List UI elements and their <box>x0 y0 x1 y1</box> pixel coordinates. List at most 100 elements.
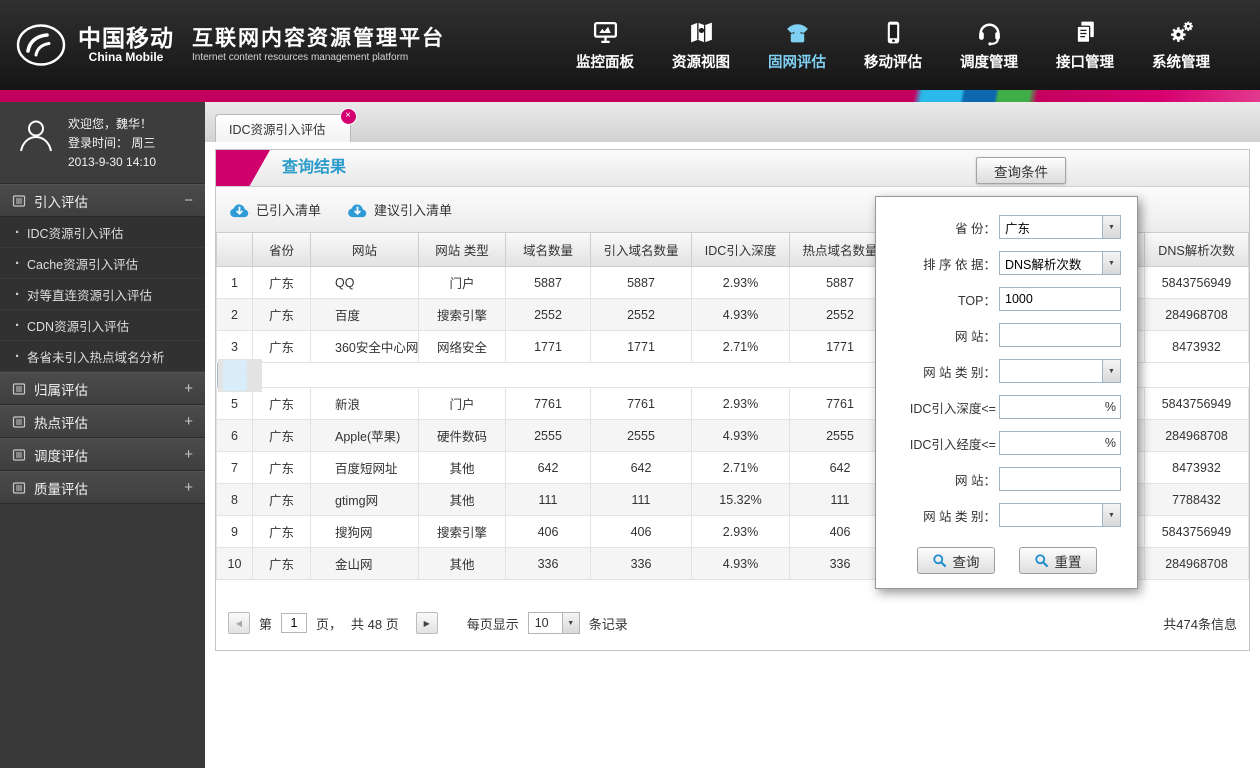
nav-item-monitor-panel[interactable]: 监控面板 <box>576 19 634 72</box>
table-cell: 406 <box>590 515 692 548</box>
chevron-down-icon: ▼ <box>561 613 579 633</box>
bullet-icon: · <box>15 285 20 303</box>
next-page-button[interactable]: ▶ <box>415 612 438 634</box>
list-icon <box>12 415 26 429</box>
province-select[interactable]: 广东 ▼ <box>999 215 1121 239</box>
panel-header: 查询结果 查询条件 <box>216 150 1249 187</box>
reset-button[interactable]: 重置 <box>1018 547 1097 574</box>
idc-longitude-input[interactable] <box>999 431 1121 455</box>
avatar <box>14 114 58 183</box>
site-type-select[interactable]: ▼ <box>999 359 1121 383</box>
total-records: 共474条信息 <box>1163 616 1237 632</box>
query-conditions-popup: 省 份： 广东 ▼ 排 序 依 据： DNS解析次数 ▼ TOP： 网 站： 网 站 类 别： ▼… <box>875 196 1138 589</box>
menu-section-4[interactable]: 质量评估 + <box>0 471 205 504</box>
headset-icon <box>976 19 1003 46</box>
phone-icon <box>784 19 811 46</box>
table-cell: 其他 <box>418 483 506 516</box>
nav-label: 系统管理 <box>1152 54 1210 71</box>
toolbar-button-0[interactable]: 已引入清单 <box>229 200 321 219</box>
menu-section-3[interactable]: 调度评估 + <box>0 438 205 471</box>
login-time-label: 登录时间： 周三 <box>68 136 156 150</box>
column-header: 网站 类型 <box>418 233 506 267</box>
list-icon <box>12 481 26 495</box>
table-cell: 广东 <box>252 515 311 548</box>
close-tab-icon[interactable]: × <box>339 108 357 125</box>
button-label: 重置 <box>1054 554 1082 570</box>
table-row[interactable]: 4广东微博图片网其他12412415.32%1247788432 <box>216 358 262 392</box>
sidebar-item-label: Cache资源引入评估 <box>27 257 139 272</box>
popup-fields: 省 份： 广东 ▼ 排 序 依 据： DNS解析次数 ▼ TOP： 网 站： 网 站 类 别： ▼… <box>876 209 1137 533</box>
menu-section-1[interactable]: 归属评估 + <box>0 372 205 405</box>
expand-icon[interactable]: + <box>184 380 193 397</box>
query-button[interactable]: 查询 <box>916 547 995 574</box>
user-text: 欢迎您，魏华！ 登录时间： 周三 2013-9-30 14:10 <box>68 114 156 183</box>
nav-label: 固网评估 <box>768 54 826 71</box>
gears-icon <box>1168 19 1195 46</box>
table-cell: 广东 <box>252 387 311 420</box>
sidebar: 欢迎您，魏华！ 登录时间： 周三 2013-9-30 14:10 引入评估 − · I… <box>0 102 205 768</box>
nav-item-fixed-eval[interactable]: 固网评估 <box>768 19 826 72</box>
table-cell: 5843756949 <box>1144 266 1249 299</box>
chevron-down-icon: ▼ <box>1102 504 1120 526</box>
collapse-icon[interactable]: − <box>184 192 193 209</box>
site-input[interactable] <box>999 323 1121 347</box>
per-page-select[interactable]: 10 ▼ <box>527 612 580 634</box>
field-label: 排 序 依 据： <box>923 257 996 272</box>
site-type-2-select[interactable]: ▼ <box>999 503 1121 527</box>
table-cell: 门户 <box>418 387 506 420</box>
welcome-text: 欢迎您，魏华！ <box>68 117 153 131</box>
menu-section-label: 调度评估 <box>34 448 88 464</box>
table-cell: 微博图片网 <box>221 358 248 392</box>
table-cell: 642 <box>590 451 692 484</box>
nav-item-dispatch-mgmt[interactable]: 调度管理 <box>960 19 1018 72</box>
sidebar-item-label: 对等直连资源引入评估 <box>27 288 153 303</box>
total-pages-label: 共 48 页 <box>351 616 399 632</box>
brand-names: 中国移动 China Mobile <box>78 25 174 65</box>
list-icon <box>12 194 26 208</box>
table-cell: 5843756949 <box>1144 387 1249 420</box>
popup-field-row: 网 站： <box>876 461 1137 497</box>
top-input[interactable] <box>999 287 1121 311</box>
idc-depth-input[interactable] <box>999 395 1121 419</box>
nav-item-interface-mgmt[interactable]: 接口管理 <box>1056 19 1114 72</box>
menu-section-0[interactable]: 引入评估 − <box>0 184 205 217</box>
nav-item-mobile-eval[interactable]: 移动评估 <box>864 19 922 72</box>
sidebar-item[interactable]: · Cache资源引入评估 <box>0 248 205 279</box>
nav-item-resource-view[interactable]: 资源视图 <box>672 19 730 72</box>
prev-page-button[interactable]: ◀ <box>228 612 250 634</box>
query-conditions-button[interactable]: 查询条件 <box>976 157 1066 184</box>
sidebar-item[interactable]: · IDC资源引入评估 <box>0 217 205 248</box>
search-icon <box>932 553 947 568</box>
user-info: 欢迎您，魏华！ 登录时间： 周三 2013-9-30 14:10 <box>0 102 205 184</box>
table-cell: 2.71% <box>691 451 790 484</box>
chevron-down-icon: ▼ <box>1102 216 1120 238</box>
table-cell: 360安全中心网 <box>310 330 419 363</box>
table-cell: 7761 <box>590 387 692 420</box>
nav-item-system-mgmt[interactable]: 系统管理 <box>1152 19 1210 72</box>
top-nav: 监控面板 资源视图 固网评估 移动评估 调度管理 接口管理 系统管理 <box>576 19 1260 72</box>
popup-field-row: 省 份： 广东 ▼ <box>876 209 1137 245</box>
menu-section-2[interactable]: 热点评估 + <box>0 405 205 438</box>
expand-icon[interactable]: + <box>184 446 193 463</box>
tab-idc-eval[interactable]: IDC资源引入评估 × <box>215 108 357 142</box>
table-cell: 8 <box>216 483 253 516</box>
list-icon <box>12 448 26 462</box>
sidebar-item[interactable]: · CDN资源引入评估 <box>0 310 205 341</box>
expand-icon[interactable]: + <box>184 413 193 430</box>
table-cell: 1771 <box>590 330 692 363</box>
sidebar-item[interactable]: · 各省未引入热点域名分析 <box>0 341 205 372</box>
page-input[interactable] <box>281 613 308 633</box>
toolbar-button-label: 建议引入清单 <box>374 203 453 218</box>
page-label: 第 <box>259 616 273 632</box>
sidebar-item[interactable]: · 对等直连资源引入评估 <box>0 279 205 310</box>
site-2-input[interactable] <box>999 467 1121 491</box>
bullet-icon: · <box>15 254 20 272</box>
expand-icon[interactable]: + <box>184 479 193 496</box>
sidebar-item-label: CDN资源引入评估 <box>27 319 130 334</box>
list-icon <box>12 382 26 396</box>
column-header: 省份 <box>252 233 311 267</box>
column-header <box>216 233 253 267</box>
submenu: · IDC资源引入评估 · Cache资源引入评估 · 对等直连资源引入评估 · CDN资源引… <box>0 217 205 372</box>
toolbar-button-1[interactable]: 建议引入清单 <box>347 200 452 219</box>
sort-by-select[interactable]: DNS解析次数 ▼ <box>999 251 1121 275</box>
